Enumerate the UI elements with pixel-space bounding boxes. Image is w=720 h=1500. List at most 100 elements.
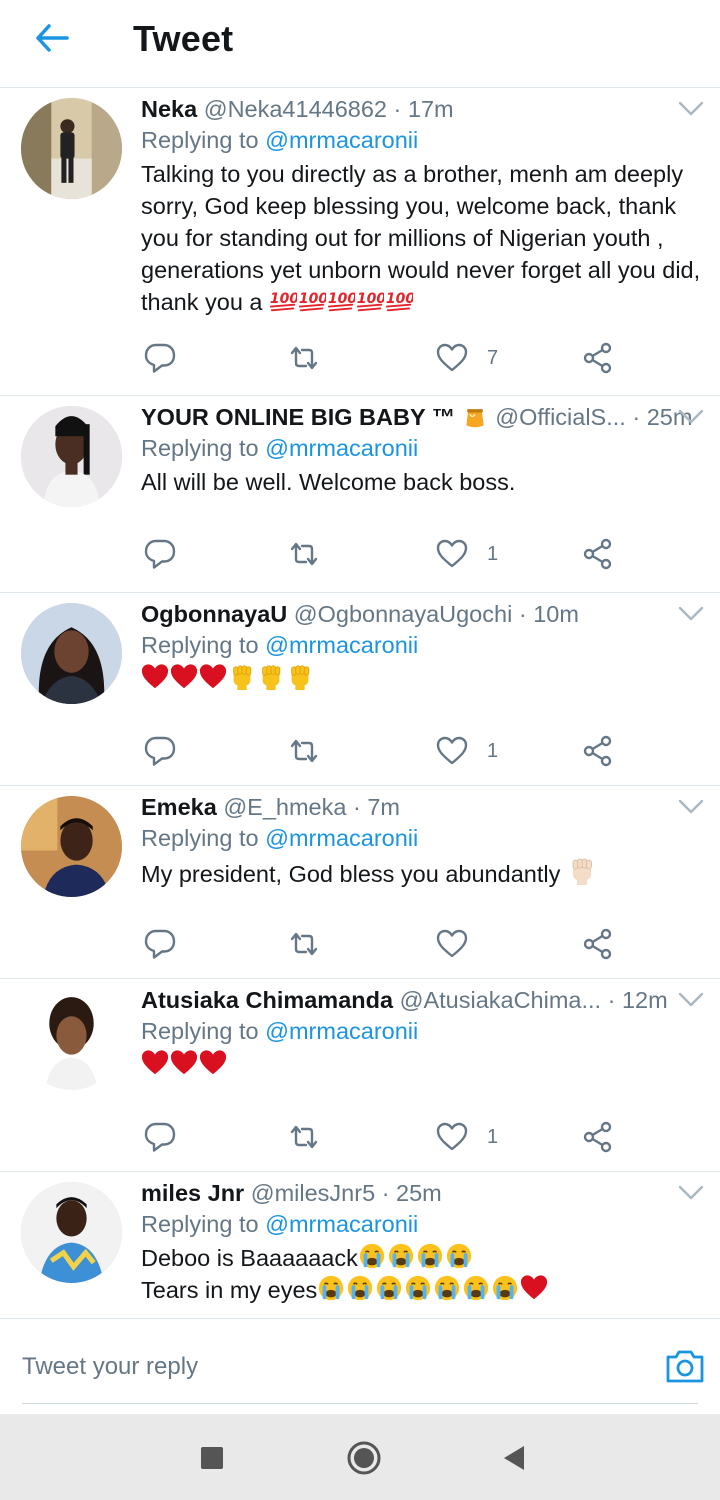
- nav-home-button[interactable]: [344, 1438, 384, 1478]
- red-heart-emoji: [520, 1274, 548, 1302]
- share-button[interactable]: [581, 534, 615, 574]
- reply-button[interactable]: [143, 1117, 177, 1157]
- share-icon: [581, 341, 615, 375]
- reply-button[interactable]: [143, 731, 177, 771]
- author-handle[interactable]: @Neka41446862: [204, 96, 387, 122]
- like-button[interactable]: 1: [435, 1117, 498, 1157]
- share-button[interactable]: [581, 1117, 615, 1157]
- share-button[interactable]: [581, 731, 615, 771]
- retweet-icon: [287, 1120, 321, 1154]
- avatar[interactable]: [21, 406, 122, 507]
- red-heart-emoji: [199, 1049, 227, 1077]
- reply-icon: [143, 537, 177, 571]
- like-button[interactable]: [435, 924, 487, 964]
- tweet-item[interactable]: YOUR ONLINE BIG BABY ™ @OfficialS... · 2…: [0, 396, 720, 593]
- tweet-item[interactable]: OgbonnayaU @OgbonnayaUgochi · 10m Replyi…: [0, 593, 720, 786]
- retweet-button[interactable]: [287, 924, 321, 964]
- author-name[interactable]: Atusiaka Chimamanda: [141, 987, 393, 1013]
- crying-face-emoji: [462, 1274, 490, 1302]
- mention-link[interactable]: @mrmacaronii: [265, 632, 418, 658]
- reply-button[interactable]: [143, 338, 177, 378]
- nav-recents-icon: [201, 1447, 223, 1469]
- timestamp[interactable]: 12m: [622, 987, 668, 1013]
- nav-back-icon: [504, 1446, 524, 1470]
- chevron-down-icon[interactable]: [678, 408, 704, 426]
- raised-fist-emoji: [228, 663, 256, 691]
- reply-icon: [143, 734, 177, 768]
- avatar[interactable]: [21, 989, 122, 1090]
- tweet-item[interactable]: Neka @Neka41446862 · 17m Replying to @mr…: [0, 88, 720, 396]
- tweet-item[interactable]: Emeka @E_hmeka · 7m Replying to @mrmacar…: [0, 786, 720, 979]
- like-icon: [435, 1120, 469, 1154]
- retweet-icon: [287, 734, 321, 768]
- tweet-item[interactable]: miles Jnr @milesJnr5 · 25m Replying to @…: [0, 1172, 720, 1318]
- author-name[interactable]: Neka: [141, 96, 197, 122]
- avatar[interactable]: [21, 603, 122, 704]
- crying-face-emoji: [375, 1274, 403, 1302]
- mention-link[interactable]: @mrmacaronii: [265, 1018, 418, 1044]
- nav-recents-button[interactable]: [192, 1438, 232, 1478]
- timestamp[interactable]: 10m: [533, 601, 579, 627]
- tweet-actions: 1: [141, 731, 641, 771]
- chevron-down-icon[interactable]: [678, 1184, 704, 1202]
- retweet-icon: [287, 341, 321, 375]
- like-button[interactable]: 1: [435, 534, 498, 574]
- author-name[interactable]: miles Jnr: [141, 1180, 244, 1206]
- author-name[interactable]: Emeka: [141, 794, 217, 820]
- reply-composer: [0, 1318, 720, 1414]
- tweet-item[interactable]: Atusiaka Chimamanda @AtusiakaChima... · …: [0, 979, 720, 1172]
- avatar[interactable]: [21, 796, 122, 897]
- author-handle[interactable]: @OfficialS...: [495, 404, 626, 430]
- reply-icon: [143, 927, 177, 961]
- timestamp[interactable]: 17m: [408, 96, 454, 122]
- author-handle[interactable]: @E_hmeka: [223, 794, 346, 820]
- mention-link[interactable]: @mrmacaronii: [265, 825, 418, 851]
- author-handle[interactable]: @AtusiakaChima...: [400, 987, 601, 1013]
- retweet-button[interactable]: [287, 338, 321, 378]
- author-handle[interactable]: @OgbonnayaUgochi: [294, 601, 513, 627]
- reply-icon: [143, 1120, 177, 1154]
- reply-input[interactable]: [22, 1339, 622, 1395]
- like-count: 1: [487, 542, 499, 565]
- tweet-text: [141, 663, 710, 695]
- author-handle[interactable]: @milesJnr5: [251, 1180, 375, 1206]
- retweet-button[interactable]: [287, 534, 321, 574]
- tweet-text: Talking to you directly as a brother, me…: [141, 161, 701, 315]
- retweet-button[interactable]: [287, 1117, 321, 1157]
- tweet-text: All will be well. Welcome back boss.: [141, 469, 516, 495]
- back-arrow-icon: [36, 24, 69, 52]
- share-button[interactable]: [581, 924, 615, 964]
- chevron-down-icon[interactable]: [678, 605, 704, 623]
- timestamp[interactable]: 7m: [367, 794, 400, 820]
- camera-icon[interactable]: [664, 1346, 706, 1386]
- nav-back-button[interactable]: [494, 1438, 534, 1478]
- top-app-bar: Tweet: [0, 0, 720, 88]
- crying-face-emoji: [491, 1274, 519, 1302]
- crying-face-emoji: [346, 1274, 374, 1302]
- crying-face-emoji: [433, 1274, 461, 1302]
- retweet-button[interactable]: [287, 731, 321, 771]
- author-name[interactable]: OgbonnayaU: [141, 601, 287, 627]
- reply-icon: [143, 341, 177, 375]
- like-button[interactable]: 1: [435, 731, 498, 771]
- mention-link[interactable]: @mrmacaronii: [265, 1211, 418, 1237]
- replying-to: Replying to @mrmacaronii: [141, 435, 419, 461]
- chevron-down-icon[interactable]: [678, 798, 704, 816]
- avatar[interactable]: [21, 98, 122, 199]
- system-nav-bar: [0, 1414, 720, 1500]
- chevron-down-icon[interactable]: [678, 991, 704, 1009]
- reply-button[interactable]: [143, 534, 177, 574]
- tweet-actions: 7: [141, 338, 641, 378]
- author-name[interactable]: YOUR ONLINE BIG BABY ™: [141, 404, 455, 430]
- share-button[interactable]: [581, 338, 615, 378]
- retweet-icon: [287, 537, 321, 571]
- back-button[interactable]: [28, 18, 76, 58]
- avatar[interactable]: [21, 1182, 122, 1283]
- reply-button[interactable]: [143, 924, 177, 964]
- like-button[interactable]: 7: [435, 338, 498, 378]
- chevron-down-icon[interactable]: [678, 100, 704, 118]
- mention-link[interactable]: @mrmacaronii: [265, 435, 418, 461]
- timestamp[interactable]: 25m: [396, 1180, 442, 1206]
- red-heart-emoji: [141, 1049, 169, 1077]
- mention-link[interactable]: @mrmacaronii: [265, 127, 418, 153]
